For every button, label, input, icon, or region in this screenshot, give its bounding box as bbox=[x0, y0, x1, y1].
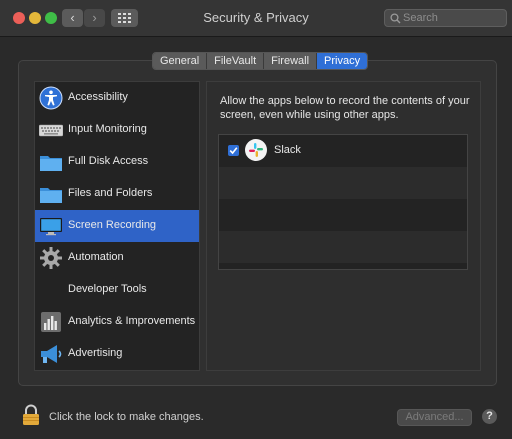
app-name: Slack bbox=[274, 144, 301, 156]
minimize-window-button[interactable] bbox=[29, 12, 41, 24]
sidebar-item-label: Advertising bbox=[68, 347, 123, 359]
window-title: Security & Privacy bbox=[203, 10, 309, 25]
tab-bar: General FileVault Firewall Privacy bbox=[152, 52, 369, 70]
sidebar-item-label: Automation bbox=[68, 251, 124, 263]
lock-message: Click the lock to make changes. bbox=[49, 411, 204, 423]
sidebar-item-label: Developer Tools bbox=[68, 283, 147, 295]
zoom-window-button[interactable] bbox=[45, 12, 57, 24]
empty-row bbox=[219, 263, 467, 269]
folder-icon bbox=[40, 188, 62, 203]
sidebar-item-label: Analytics & Improvements bbox=[68, 315, 196, 327]
sidebar-item-screen-recording[interactable]: Screen Recording bbox=[35, 210, 199, 242]
sidebar-item-label: Screen Recording bbox=[68, 219, 157, 231]
empty-row bbox=[219, 167, 467, 199]
sidebar-item-label: Files and Folders bbox=[68, 187, 153, 199]
search-field[interactable] bbox=[384, 9, 507, 27]
sidebar-item-analytics[interactable]: Analytics & Improvements bbox=[35, 306, 199, 338]
show-all-button[interactable] bbox=[111, 9, 138, 27]
sidebar-item-automation[interactable]: Automation bbox=[35, 242, 199, 274]
back-button[interactable]: ‹ bbox=[62, 9, 83, 27]
accessibility-icon bbox=[39, 86, 63, 110]
sidebar-item-developer-tools[interactable]: Developer Tools bbox=[35, 274, 199, 306]
privacy-category-list: Accessibility Input Monitoring Full Disk… bbox=[34, 81, 200, 371]
tab-firewall[interactable]: Firewall bbox=[264, 53, 318, 69]
empty-row bbox=[219, 199, 467, 231]
folder-icon bbox=[40, 156, 62, 171]
help-button[interactable]: ? bbox=[482, 409, 497, 424]
keyboard-icon bbox=[39, 124, 63, 137]
tab-filevault[interactable]: FileVault bbox=[207, 53, 265, 69]
search-input[interactable] bbox=[403, 10, 503, 26]
analytics-icon bbox=[41, 312, 61, 332]
gear-icon bbox=[40, 247, 62, 269]
sidebar-item-label: Full Disk Access bbox=[68, 155, 149, 167]
sidebar-item-label: Input Monitoring bbox=[68, 123, 147, 135]
tab-privacy[interactable]: Privacy bbox=[317, 53, 368, 69]
sidebar-item-accessibility[interactable]: Accessibility bbox=[35, 82, 199, 114]
sidebar-item-advertising[interactable]: Advertising bbox=[35, 338, 199, 370]
advanced-button[interactable]: Advanced... bbox=[397, 409, 472, 426]
close-window-button[interactable] bbox=[13, 12, 25, 24]
panel-description: Allow the apps below to record the conte… bbox=[220, 95, 470, 121]
list-item[interactable]: Slack bbox=[219, 135, 467, 167]
app-list: Slack bbox=[218, 134, 468, 270]
app-enabled-checkbox[interactable] bbox=[228, 145, 239, 156]
sidebar-item-files-and-folders[interactable]: Files and Folders bbox=[35, 178, 199, 210]
slack-app-icon bbox=[245, 139, 267, 161]
title-bar: ‹ › Security & Privacy bbox=[0, 0, 512, 37]
sidebar-item-label: Accessibility bbox=[68, 91, 128, 103]
empty-row bbox=[219, 231, 467, 263]
grid-icon bbox=[118, 13, 131, 23]
slack-icon bbox=[249, 143, 263, 157]
megaphone-icon bbox=[41, 345, 62, 363]
sidebar-item-full-disk-access[interactable]: Full Disk Access bbox=[35, 146, 199, 178]
checkmark-icon bbox=[229, 147, 238, 155]
forward-button[interactable]: › bbox=[84, 9, 105, 27]
search-icon bbox=[390, 13, 401, 24]
preferences-window: ‹ › Security & Privacy General FileVault… bbox=[0, 0, 512, 439]
display-icon bbox=[40, 218, 62, 236]
sidebar-item-input-monitoring[interactable]: Input Monitoring bbox=[35, 114, 199, 146]
tab-general[interactable]: General bbox=[153, 53, 208, 69]
lock-icon[interactable] bbox=[22, 404, 40, 426]
